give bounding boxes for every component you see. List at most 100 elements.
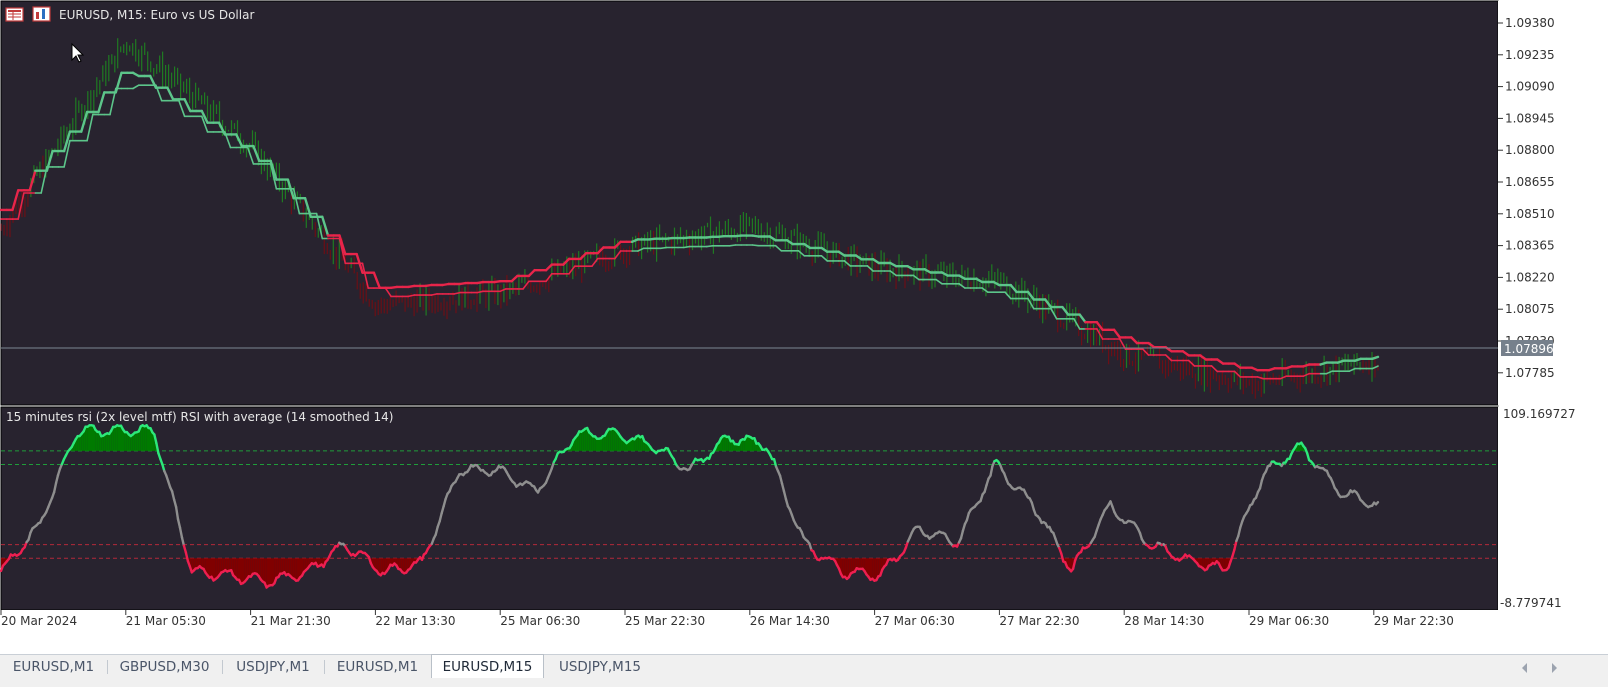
rsi-lower-fill <box>280 558 282 573</box>
price-tick-label: 1.08220 <box>1505 270 1555 284</box>
indicator-axis-panel[interactable] <box>1498 407 1608 610</box>
trade-panel-icon[interactable] <box>33 7 50 21</box>
rsi-upper-fill <box>743 439 745 451</box>
price-tick-label: 1.08945 <box>1505 111 1555 125</box>
rsi-upper-fill <box>581 430 583 451</box>
rsi-lower-fill <box>383 558 385 574</box>
time-tick-label: 27 Mar 06:30 <box>875 614 955 628</box>
indicator-min-label: -8.779741 <box>1500 596 1562 610</box>
price-chart-area[interactable] <box>1 1 1498 405</box>
fast-band-line <box>684 247 690 248</box>
rsi-upper-fill <box>585 428 587 451</box>
indicator-title: 15 minutes rsi (2x level mtf) RSI with a… <box>6 410 394 424</box>
rsi-upper-fill <box>583 429 585 451</box>
tab-gbpusd-m30[interactable]: GBPUSD,M30 <box>107 655 222 677</box>
time-tick-label: 27 Mar 22:30 <box>999 614 1079 628</box>
rsi-upper-fill <box>105 433 107 451</box>
rsi-upper-fill <box>107 433 109 451</box>
price-tick-label: 1.08365 <box>1505 239 1555 253</box>
rsi-lower-fill <box>871 558 873 580</box>
rsi-upper-fill <box>147 425 149 451</box>
time-tick-label: 25 Mar 22:30 <box>625 614 705 628</box>
price-tick-label: 1.08510 <box>1505 207 1555 221</box>
price-tick-label: 1.07785 <box>1505 366 1555 380</box>
rsi-lower-fill <box>294 558 296 580</box>
rsi-upper-fill <box>611 429 613 451</box>
tab-usdjpy-m15[interactable]: USDJPY,M15 <box>544 655 656 677</box>
rsi-lower-fill <box>227 558 229 571</box>
rsi-upper-fill <box>101 436 103 451</box>
current-price-label: 1.07896 <box>1504 342 1554 356</box>
rsi-lower-fill <box>267 558 269 587</box>
rsi-upper-fill <box>145 425 147 451</box>
time-tick-label: 29 Mar 22:30 <box>1374 614 1454 628</box>
rsi-upper-fill <box>88 425 90 451</box>
rsi-lower-fill <box>215 558 217 579</box>
rsi-lower-fill <box>292 558 294 579</box>
time-tick-label: 21 Mar 21:30 <box>251 614 331 628</box>
scroll-left-icon[interactable] <box>1522 663 1527 673</box>
tab-eurusd-m1[interactable]: EURUSD,M1 <box>324 655 431 677</box>
time-tick-label: 26 Mar 14:30 <box>750 614 830 628</box>
rsi-lower-fill <box>249 558 251 576</box>
rsi-upper-fill <box>90 425 92 451</box>
tab-eurusd-m15[interactable]: EURUSD,M15 <box>431 654 544 678</box>
rsi-lower-fill <box>874 558 876 580</box>
price-tick-label: 1.08075 <box>1505 302 1555 316</box>
fast-band-line <box>707 246 713 247</box>
rsi-upper-fill <box>141 425 143 451</box>
indicator-max-label: 109.169727 <box>1503 407 1576 421</box>
rsi-lower-fill <box>255 558 257 574</box>
rsi-lower-fill <box>276 558 278 578</box>
chart-menu-icon[interactable] <box>6 8 23 21</box>
rsi-upper-fill <box>113 427 115 451</box>
rsi-upper-fill <box>599 438 601 451</box>
rsi-line-segment <box>1376 502 1378 504</box>
scroll-right-icon[interactable] <box>1552 663 1557 673</box>
time-tick-label: 22 Mar 13:30 <box>375 614 455 628</box>
rsi-upper-fill <box>92 425 94 451</box>
rsi-upper-fill <box>143 425 145 451</box>
rsi-lower-fill <box>237 558 239 580</box>
rsi-upper-fill <box>149 428 151 451</box>
chart-title: EURUSD, M15: Euro vs US Dollar <box>59 8 254 22</box>
rsi-upper-fill <box>723 436 725 451</box>
rsi-lower-fill <box>859 558 861 569</box>
rsi-upper-fill <box>609 429 611 451</box>
rsi-upper-fill <box>725 436 727 451</box>
rsi-lower-fill <box>263 558 265 583</box>
price-tick-label: 1.08655 <box>1505 175 1555 189</box>
rsi-lower-fill <box>210 558 212 577</box>
rsi-lower-fill <box>271 558 273 585</box>
fast-band-line <box>661 248 667 249</box>
rsi-upper-fill <box>579 431 581 451</box>
rsi-lower-fill <box>843 558 845 577</box>
price-tick-label: 1.09380 <box>1505 16 1555 30</box>
fast-band-line <box>753 245 759 246</box>
rsi-upper-fill <box>86 427 88 451</box>
rsi-upper-fill <box>119 426 121 451</box>
rsi-upper-fill <box>603 436 605 451</box>
mt-chart-window: 1.093801.092351.090901.089451.088001.086… <box>0 0 1608 686</box>
tab-eurusd-m1[interactable]: EURUSD,M1 <box>0 655 107 677</box>
rsi-upper-fill <box>749 436 751 451</box>
rsi-lower-fill <box>872 558 874 580</box>
rsi-lower-fill <box>269 558 271 586</box>
time-tick-label: 21 Mar 05:30 <box>126 614 206 628</box>
tab-usdjpy-m1[interactable]: USDJPY,M1 <box>222 655 324 677</box>
rsi-lower-fill <box>861 558 863 569</box>
time-tick-label: 28 Mar 14:30 <box>1124 614 1204 628</box>
price-tick-label: 1.09090 <box>1505 80 1555 94</box>
price-tick-label: 1.09235 <box>1505 48 1555 62</box>
chart-tab-bar: EURUSD,M1GBPUSD,M30USDJPY,M1EURUSD,M1EUR… <box>0 654 1608 687</box>
rsi-upper-fill <box>593 436 595 451</box>
rsi-lower-fill <box>243 558 245 583</box>
rsi-lower-fill <box>286 558 288 575</box>
rsi-upper-fill <box>137 431 139 451</box>
rsi-upper-fill <box>597 439 599 451</box>
rsi-upper-fill <box>117 425 119 451</box>
rsi-upper-fill <box>97 432 99 451</box>
time-tick-label: 29 Mar 06:30 <box>1249 614 1329 628</box>
rsi-upper-fill <box>613 429 615 451</box>
rsi-upper-fill <box>115 425 117 451</box>
